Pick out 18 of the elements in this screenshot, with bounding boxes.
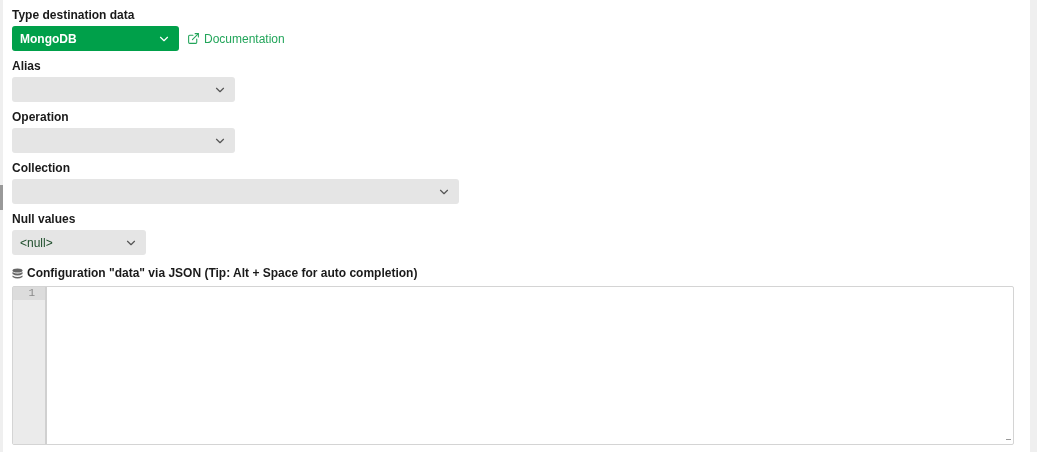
select-dropdown[interactable]: [12, 179, 459, 204]
editor-title: Configuration "data" via JSON (Tip: Alt + Space for auto completion): [27, 265, 418, 282]
code-editor[interactable]: 1: [12, 286, 1014, 445]
field-label: Operation: [12, 109, 70, 125]
select-dropdown[interactable]: [12, 128, 235, 153]
field-label: Collection: [12, 160, 71, 176]
database-icon: [12, 267, 23, 279]
select-dropdown[interactable]: [12, 77, 235, 102]
documentation-link[interactable]: Documentation: [187, 29, 285, 48]
scrollbar-thumb[interactable]: [0, 185, 3, 210]
external-link-icon: [187, 32, 200, 45]
field-label: Type destination data: [12, 7, 136, 23]
line-number: 1: [13, 287, 45, 300]
select-dropdown[interactable]: MongoDB: [12, 26, 179, 51]
field-label: Null values: [12, 211, 77, 227]
resize-handle[interactable]: [1006, 439, 1011, 440]
field-label: Alias: [12, 58, 42, 74]
select-dropdown[interactable]: <null>: [12, 230, 146, 255]
